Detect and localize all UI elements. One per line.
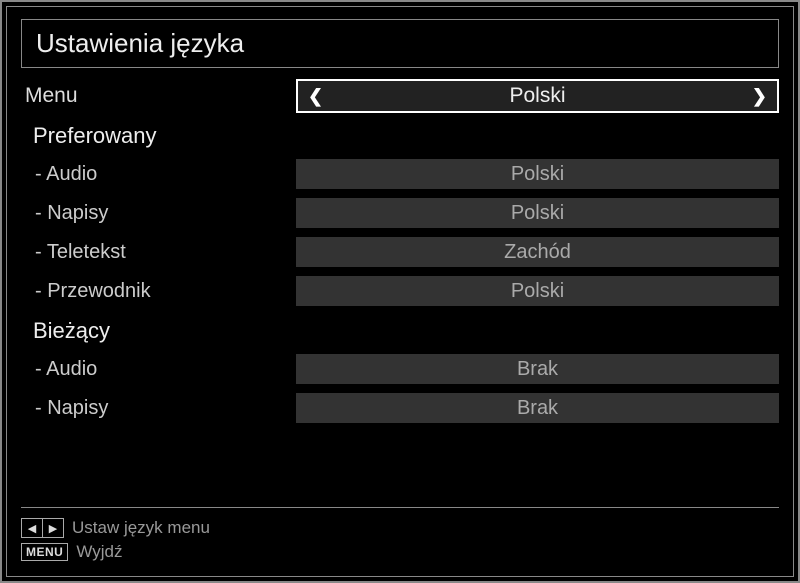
preferred-teletext-value[interactable]: Zachód bbox=[296, 237, 779, 267]
menu-label: Menu bbox=[21, 84, 296, 108]
chevron-left-icon[interactable]: ❮ bbox=[298, 86, 333, 107]
footer-hint-leftright: ◀ ▶ Ustaw język menu bbox=[21, 518, 779, 538]
current-subtitles-row[interactable]: - Napisy Brak bbox=[21, 390, 779, 426]
footer-hint-menu-text: Wyjdź bbox=[76, 542, 122, 562]
menu-key-icon: MENU bbox=[21, 543, 68, 561]
preferred-guide-label: - Przewodnik bbox=[21, 280, 296, 303]
preferred-audio-row[interactable]: - Audio Polski bbox=[21, 156, 779, 192]
footer: ◀ ▶ Ustaw język menu MENU Wyjdź bbox=[21, 507, 779, 566]
footer-divider bbox=[21, 507, 779, 508]
preferred-subtitles-row[interactable]: - Napisy Polski bbox=[21, 195, 779, 231]
menu-language-value: Polski bbox=[333, 84, 742, 108]
preferred-guide-value[interactable]: Polski bbox=[296, 276, 779, 306]
current-subtitles-label: - Napisy bbox=[21, 397, 296, 420]
menu-language-selector[interactable]: ❮ Polski ❯ bbox=[296, 79, 779, 113]
preferred-subtitles-label: - Napisy bbox=[21, 202, 296, 225]
current-audio-row[interactable]: - Audio Brak bbox=[21, 351, 779, 387]
footer-hint-leftright-text: Ustaw język menu bbox=[72, 518, 210, 538]
left-right-key-icon: ◀ ▶ bbox=[21, 518, 64, 538]
current-audio-value[interactable]: Brak bbox=[296, 354, 779, 384]
preferred-audio-label: - Audio bbox=[21, 163, 296, 186]
footer-hint-menu: MENU Wyjdź bbox=[21, 542, 779, 562]
current-section-header: Bieżący bbox=[21, 315, 779, 347]
preferred-section-header: Preferowany bbox=[21, 120, 779, 152]
current-audio-label: - Audio bbox=[21, 358, 296, 381]
current-subtitles-value[interactable]: Brak bbox=[296, 393, 779, 423]
page-title-box: Ustawienia języka bbox=[21, 19, 779, 68]
menu-language-row[interactable]: Menu ❮ Polski ❯ bbox=[21, 78, 779, 114]
preferred-teletext-row[interactable]: - Teletekst Zachód bbox=[21, 234, 779, 270]
page-title: Ustawienia języka bbox=[36, 28, 764, 59]
preferred-audio-value[interactable]: Polski bbox=[296, 159, 779, 189]
preferred-guide-row[interactable]: - Przewodnik Polski bbox=[21, 273, 779, 309]
preferred-subtitles-value[interactable]: Polski bbox=[296, 198, 779, 228]
preferred-teletext-label: - Teletekst bbox=[21, 241, 296, 264]
chevron-right-icon[interactable]: ❯ bbox=[742, 86, 777, 107]
